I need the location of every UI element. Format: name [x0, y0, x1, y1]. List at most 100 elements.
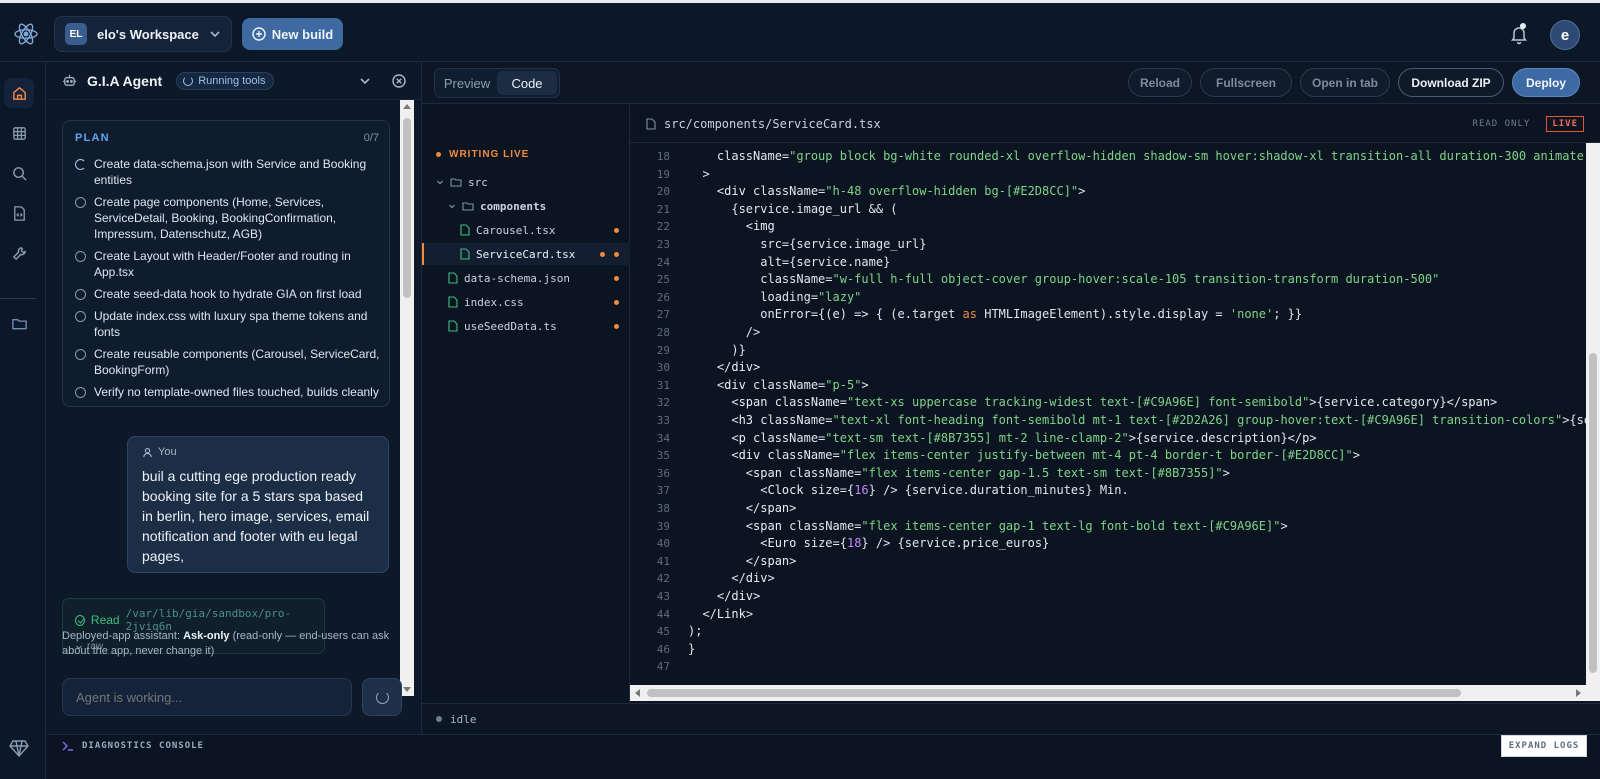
file-icon: [448, 272, 458, 284]
folder-icon: [11, 318, 27, 329]
code-line: <Clock size={16} /> {service.duration_mi…: [688, 483, 1129, 498]
scroll-left-arrow[interactable]: [635, 689, 640, 697]
tree-file-use-seed-data[interactable]: useSeedData.ts: [448, 315, 557, 337]
code-line: className="w-full h-full object-cover gr…: [688, 272, 1440, 287]
code-line: <img: [688, 219, 775, 234]
editor-horizontal-scrollbar[interactable]: [630, 685, 1586, 701]
code-line: src={service.image_url}: [688, 237, 927, 251]
code-line: <div className="flex items-center justif…: [688, 448, 1360, 463]
editor-vertical-scrollbar[interactable]: [1586, 143, 1600, 701]
tab-preview[interactable]: Preview: [437, 71, 497, 95]
code-file-nav-button[interactable]: [4, 198, 34, 228]
folder-nav-button[interactable]: [4, 308, 34, 338]
deploy-button[interactable]: Deploy: [1512, 68, 1580, 97]
tree-file-servicecard[interactable]: ServiceCard.tsx: [460, 243, 575, 265]
code-lines[interactable]: 18 className="group block bg-white round…: [630, 143, 1586, 683]
scrollbar-thumb[interactable]: [403, 118, 411, 298]
pending-circle-icon: [75, 349, 86, 360]
app-logo-icon[interactable]: [12, 20, 40, 48]
plan-item-label: Create Layout with Header/Footer and rou…: [94, 249, 351, 279]
agent-input[interactable]: [62, 678, 352, 716]
plan-card: PLAN 0/7 Create data-schema.json with Se…: [62, 120, 390, 407]
status-dot: [436, 716, 442, 722]
assistant-mode-note: Deployed-app assistant: Ask-only (read-o…: [62, 629, 402, 659]
tree-file-index-css[interactable]: index.css: [448, 291, 524, 313]
line-number: 34: [656, 431, 670, 445]
code-line: </div>: [688, 360, 761, 375]
line-number: 18: [656, 150, 670, 163]
code-line: onError={(e) => { (e.target as HTMLImage…: [688, 307, 1303, 322]
reload-button[interactable]: Reload: [1128, 68, 1192, 97]
agent-scrollbar[interactable]: [400, 100, 414, 696]
pending-circle-icon: [75, 197, 86, 208]
line-number: 37: [656, 484, 670, 498]
code-line: )}: [688, 342, 746, 357]
code-line: <div className="p-5">: [688, 377, 869, 392]
plan-item-label: Verify no template-owned files touched, …: [94, 385, 379, 399]
code-line: );: [688, 624, 703, 639]
pending-circle-icon: [75, 251, 86, 262]
modified-dot: [614, 324, 619, 329]
diagnostics-console: DIAGNOSTICS CONSOLE EXPAND LOGS: [46, 734, 1600, 779]
in-progress-icon: [75, 159, 86, 170]
code-editor: src/components/ServiceCard.tsx READ ONLY…: [630, 105, 1600, 703]
new-build-label: New build: [271, 26, 334, 42]
line-number: 30: [656, 361, 670, 375]
diamond-icon[interactable]: [8, 737, 30, 759]
plan-item-label: Update index.css with luxury spa theme t…: [94, 309, 368, 339]
loading-spinner-icon: [375, 690, 389, 704]
fullscreen-button[interactable]: Fullscreen: [1200, 68, 1292, 97]
home-nav-button[interactable]: [4, 78, 34, 108]
bell-icon[interactable]: [1508, 23, 1530, 45]
expand-logs-button[interactable]: EXPAND LOGS: [1501, 735, 1587, 757]
line-number: 39: [656, 519, 670, 533]
wrench-icon: [12, 246, 26, 260]
tool-call-label: Read: [90, 613, 120, 627]
scroll-right-arrow[interactable]: [1576, 689, 1581, 697]
code-line: className="group block bg-white rounded-…: [688, 149, 1586, 163]
tree-file-carousel[interactable]: Carousel.tsx: [460, 219, 555, 241]
agent-header: G.I.A Agent Running tools: [46, 62, 422, 100]
scroll-up-arrow[interactable]: [403, 104, 411, 109]
scrollbar-thumb[interactable]: [647, 689, 1461, 697]
line-number: 32: [656, 396, 670, 410]
plan-item-label: Create data-schema.json with Service and…: [94, 157, 367, 187]
tree-folder-src[interactable]: src: [436, 171, 488, 193]
tab-code[interactable]: Code: [497, 71, 557, 95]
scroll-down-arrow[interactable]: [403, 687, 411, 692]
agent-send-button[interactable]: [362, 678, 402, 716]
console-title: DIAGNOSTICS CONSOLE: [82, 741, 204, 751]
code-line: {service.image_url && (: [688, 201, 898, 216]
robot-icon: [62, 74, 77, 86]
grid-nav-button[interactable]: [4, 118, 34, 148]
line-number: 29: [656, 343, 670, 357]
chevron-down-icon[interactable]: [358, 74, 372, 88]
scrollbar-thumb[interactable]: [1589, 353, 1597, 673]
live-dot: [436, 152, 441, 157]
code-line: />: [688, 325, 761, 339]
user-message: You buil a cutting ege production ready …: [127, 436, 389, 573]
tree-file-data-schema[interactable]: data-schema.json: [448, 267, 570, 289]
user-avatar[interactable]: e: [1550, 20, 1580, 50]
search-nav-button[interactable]: [4, 158, 34, 188]
tree-folder-components[interactable]: components: [448, 195, 546, 217]
spinner-icon: [183, 75, 194, 86]
plan-item-label: Create page components (Home, Services, …: [94, 195, 337, 241]
download-zip-button[interactable]: Download ZIP: [1398, 68, 1504, 97]
writing-live-label: WRITING LIVE: [449, 149, 530, 160]
rail-divider: [0, 298, 36, 299]
line-number: 41: [656, 554, 670, 568]
code-line: </span>: [688, 501, 797, 515]
line-number: 35: [656, 449, 670, 463]
agent-message-list[interactable]: PLAN 0/7 Create data-schema.json with Se…: [46, 100, 422, 696]
read-only-label: READ ONLY: [1472, 118, 1531, 129]
code-line: alt={service.name}: [688, 254, 891, 269]
tools-nav-button[interactable]: [4, 238, 34, 268]
workspace-switcher[interactable]: EL elo's Workspace: [54, 16, 232, 52]
line-number: 22: [656, 220, 670, 234]
close-circle-icon[interactable]: [392, 73, 406, 88]
open-in-tab-button[interactable]: Open in tab: [1300, 68, 1390, 97]
new-build-button[interactable]: New build: [242, 18, 343, 50]
chevron-down-icon: [210, 31, 220, 38]
plan-item: Create data-schema.json with Service and…: [75, 156, 385, 188]
